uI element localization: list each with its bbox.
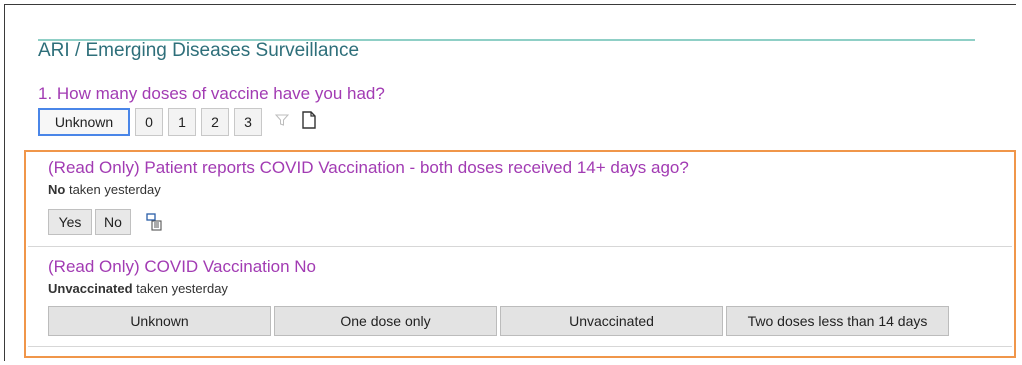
readonly-question-2-note: Unvaccinated taken yesterday xyxy=(48,281,228,296)
bottom-rule xyxy=(28,346,1012,347)
readonly-question-1-note: No taken yesterday xyxy=(48,182,161,197)
question-1-icons xyxy=(274,110,317,134)
option-two-doses-less-than-14-days[interactable]: Two doses less than 14 days xyxy=(726,306,949,336)
readonly-question-2-value: Unvaccinated xyxy=(48,281,133,296)
option-3[interactable]: 3 xyxy=(234,108,262,136)
option-yes[interactable]: Yes xyxy=(48,209,92,235)
readonly-question-2-options: Unknown One dose only Unvaccinated Two d… xyxy=(48,306,952,336)
readonly-divider xyxy=(28,246,1012,247)
option-0[interactable]: 0 xyxy=(135,108,163,136)
question-1-options: Unknown 0 1 2 3 xyxy=(38,108,317,136)
readonly-question-1-options: Yes No xyxy=(48,209,162,235)
readonly-question-1-value: No xyxy=(48,182,66,197)
option-unvaccinated[interactable]: Unvaccinated xyxy=(500,306,723,336)
readonly-question-2-title: (Read Only) COVID Vaccination No xyxy=(48,257,317,276)
copy-list-icon[interactable] xyxy=(146,213,162,231)
readonly-question-1-title: (Read Only) Patient reports COVID Vaccin… xyxy=(48,158,689,177)
readonly-question-2-note-rest: taken yesterday xyxy=(132,281,228,296)
section-title: ARI / Emerging Diseases Surveillance xyxy=(38,40,360,61)
document-icon[interactable] xyxy=(301,110,317,134)
readonly-question-1-note-rest: taken yesterday xyxy=(65,182,161,197)
question-1-text: 1. How many doses of vaccine have you ha… xyxy=(38,84,385,103)
filter-icon[interactable] xyxy=(274,113,290,132)
option-2[interactable]: 2 xyxy=(201,108,229,136)
option-no[interactable]: No xyxy=(95,209,131,235)
option-unknown[interactable]: Unknown xyxy=(38,108,130,136)
option-one-dose-only[interactable]: One dose only xyxy=(274,306,497,336)
option-unknown-wide[interactable]: Unknown xyxy=(48,306,271,336)
option-1[interactable]: 1 xyxy=(168,108,196,136)
